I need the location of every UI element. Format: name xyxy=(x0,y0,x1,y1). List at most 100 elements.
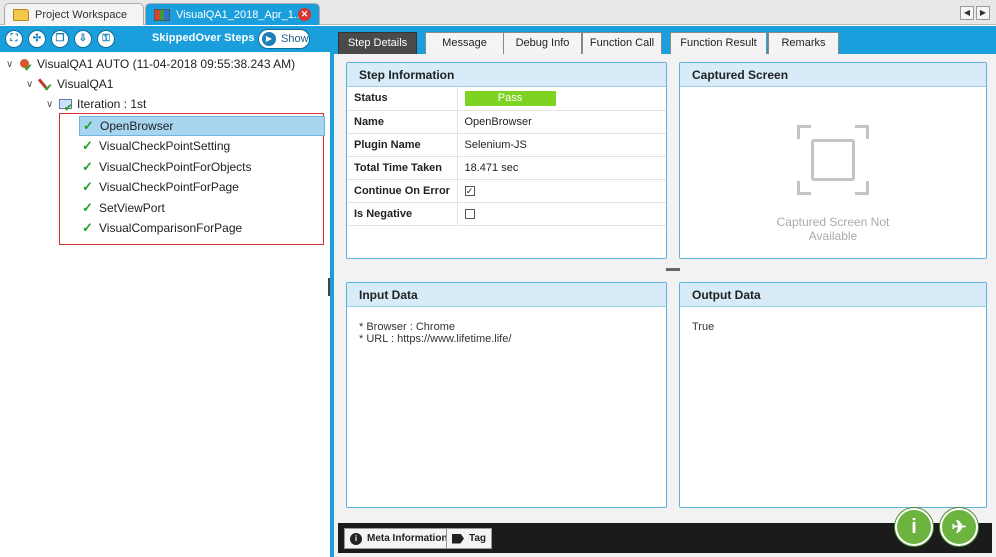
window-tab-bar: Project Workspace VisualQA1_2018_Apr_1..… xyxy=(0,0,996,25)
row-key: Continue On Error xyxy=(347,179,458,203)
horizontal-splitter[interactable] xyxy=(666,268,680,271)
step-item[interactable]: ✓ VisualComparisonForPage xyxy=(79,218,325,238)
splitter-grip[interactable] xyxy=(328,278,331,296)
show-button[interactable]: ▶ Show xyxy=(258,29,310,49)
panel-title: Input Data xyxy=(347,283,666,307)
folder-icon xyxy=(13,8,29,21)
continue-on-error-checkbox: ✓ xyxy=(464,185,475,196)
tree-iteration[interactable]: ∨ ✔ Iteration : 1st xyxy=(46,94,146,114)
tree-suite-label: VisualQA1 xyxy=(57,77,114,91)
check-icon: ✓ xyxy=(83,118,94,133)
meta-information-button[interactable]: i Meta Information xyxy=(344,528,454,549)
table-row: Total Time Taken 18.471 sec xyxy=(347,156,666,180)
step-item[interactable]: ✓ VisualCheckPointForObjects xyxy=(79,157,325,177)
step-label: OpenBrowser xyxy=(100,119,174,133)
status-badge: Pass xyxy=(464,90,556,106)
tab-label: Project Workspace xyxy=(35,8,128,21)
step-label: VisualComparisonForPage xyxy=(99,221,243,235)
row-value: 18.471 sec xyxy=(457,156,666,180)
row-value: ✓ xyxy=(457,179,666,203)
chevron-down-icon[interactable]: ∨ xyxy=(46,99,58,110)
airplane-icon[interactable]: ✈ xyxy=(940,508,978,546)
step-item[interactable]: ✓ VisualCheckPointForPage xyxy=(79,177,325,197)
expand-all-icon[interactable]: ⛶ xyxy=(5,30,23,48)
captured-screen-placeholder: Captured Screen Not Available xyxy=(680,125,986,243)
table-row: Is Negative xyxy=(347,202,666,226)
copy-icon[interactable]: ❐ xyxy=(51,30,69,48)
lock-icon[interactable]: ⚿ xyxy=(97,30,115,48)
details-tabs: Step Details Message Debug Info Function… xyxy=(334,26,996,54)
check-icon: ✓ xyxy=(82,200,93,215)
steps-toolbar: ⛶ ✣ ❐ ⇩ ⚿ SkippedOver Steps ▶ Show xyxy=(0,26,330,52)
check-icon: ✓ xyxy=(82,220,93,235)
tag-icon xyxy=(452,533,464,544)
tab-step-details[interactable]: Step Details xyxy=(338,32,417,54)
table-row: Status Pass xyxy=(347,87,666,111)
tag-button[interactable]: Tag xyxy=(446,528,493,549)
show-label: Show xyxy=(281,33,309,45)
tab-report[interactable]: VisualQA1_2018_Apr_1... ✕ xyxy=(145,3,320,25)
table-row: Continue On Error ✓ xyxy=(347,179,666,203)
step-label: VisualCheckPointForObjects xyxy=(99,160,252,174)
info-icon[interactable]: i xyxy=(895,508,933,546)
tree-root[interactable]: ∨ ✔ VisualQA1 AUTO (11-04-2018 09:55:38.… xyxy=(6,54,295,74)
step-information-panel: Step Information Status Pass Name OpenBr… xyxy=(346,62,667,259)
check-icon: ✓ xyxy=(82,159,93,174)
row-value xyxy=(457,202,666,226)
chevron-down-icon[interactable]: ∨ xyxy=(6,59,18,70)
tab-label: VisualQA1_2018_Apr_1... xyxy=(176,8,303,21)
skipped-steps-title: SkippedOver Steps xyxy=(152,32,255,44)
bottom-bar: i Meta Information Tag xyxy=(338,523,992,553)
captured-screen-message: Captured Screen Not Available xyxy=(680,215,986,243)
captured-screen-panel: Captured Screen Captured Screen Not Avai… xyxy=(679,62,987,259)
row-key: Name xyxy=(347,110,458,134)
table-row: Name OpenBrowser xyxy=(347,110,666,134)
input-line: * Browser : Chrome xyxy=(359,321,455,333)
panel-title: Captured Screen xyxy=(680,63,986,87)
step-label: VisualCheckPointForPage xyxy=(99,180,239,194)
step-info-table: Status Pass Name OpenBrowser Plugin Name… xyxy=(347,87,666,226)
panel-title: Step Information xyxy=(347,63,666,87)
tab-debug-info[interactable]: Debug Info xyxy=(503,32,582,54)
info-icon: i xyxy=(350,532,362,545)
row-value: Pass xyxy=(457,87,666,111)
table-row: Plugin Name Selenium-JS xyxy=(347,133,666,157)
download-icon[interactable]: ⇩ xyxy=(74,30,92,48)
row-key: Total Time Taken xyxy=(347,156,458,180)
row-key: Is Negative xyxy=(347,202,458,226)
row-key: Plugin Name xyxy=(347,133,458,157)
step-item[interactable]: ✓ VisualCheckPointSetting xyxy=(79,136,325,156)
step-item[interactable]: ✓ SetViewPort xyxy=(79,198,325,218)
tab-project-workspace[interactable]: Project Workspace xyxy=(4,3,144,25)
output-data-panel: Output Data True xyxy=(679,282,987,508)
report-icon xyxy=(154,8,170,21)
tab-remarks[interactable]: Remarks xyxy=(768,32,839,54)
tab-message[interactable]: Message xyxy=(425,32,504,54)
step-label: VisualCheckPointSetting xyxy=(99,139,231,153)
message-line: Available xyxy=(808,229,858,243)
input-data-content: * Browser : Chrome * URL : https://www.l… xyxy=(347,307,666,359)
steps-panel: ⛶ ✣ ❐ ⇩ ⚿ SkippedOver Steps ▶ Show ∨ ✔ V… xyxy=(0,26,330,557)
tab-function-call[interactable]: Function Call xyxy=(582,32,662,54)
close-icon[interactable]: ✕ xyxy=(298,8,311,21)
image-frame-icon xyxy=(797,125,869,195)
details-panel: Step Details Message Debug Info Function… xyxy=(334,26,996,557)
scroll-right-button[interactable]: ▶ xyxy=(976,6,990,20)
chevron-down-icon[interactable]: ∨ xyxy=(26,79,38,90)
row-value: OpenBrowser xyxy=(457,110,666,134)
step-item[interactable]: ✓ OpenBrowser xyxy=(79,116,325,136)
tab-function-result[interactable]: Function Result xyxy=(670,32,767,54)
message-line: Captured Screen Not xyxy=(776,215,890,229)
tree-root-label: VisualQA1 AUTO (11-04-2018 09:55:38.243 … xyxy=(37,57,296,71)
tree-suite[interactable]: ∨ ✔ VisualQA1 xyxy=(26,74,113,94)
output-data-content: True xyxy=(680,307,986,347)
check-icon: ✓ xyxy=(82,179,93,194)
play-icon: ▶ xyxy=(262,32,276,46)
scroll-left-button[interactable]: ◀ xyxy=(960,6,974,20)
collapse-all-icon[interactable]: ✣ xyxy=(28,30,46,48)
tag-label: Tag xyxy=(469,533,487,544)
output-value: True xyxy=(692,321,715,333)
is-negative-checkbox xyxy=(464,208,475,219)
step-label: SetViewPort xyxy=(99,201,165,215)
row-value: Selenium-JS xyxy=(457,133,666,157)
